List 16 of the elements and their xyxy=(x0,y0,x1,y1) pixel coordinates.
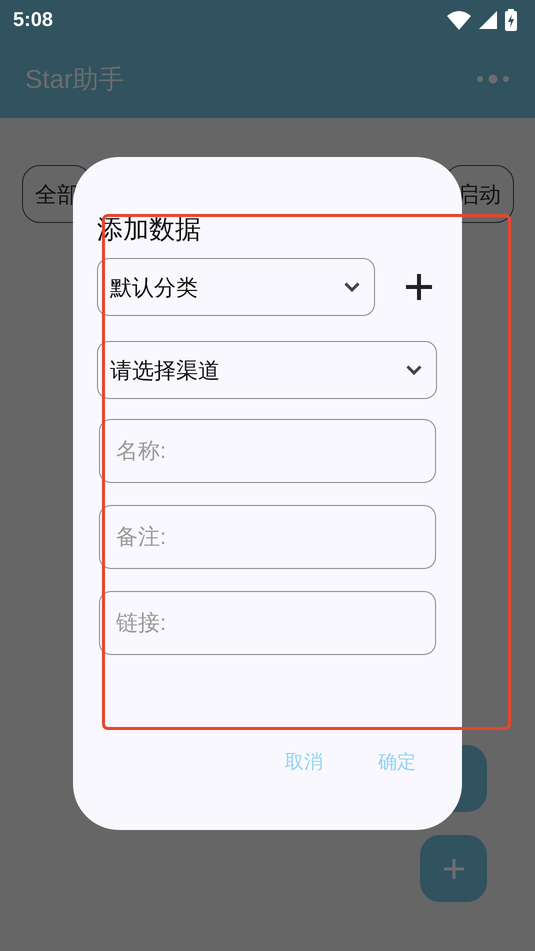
battery-icon xyxy=(505,9,517,31)
plus-icon[interactable] xyxy=(405,273,433,301)
more-icon[interactable] xyxy=(476,74,510,84)
add-fab-button[interactable] xyxy=(420,835,487,902)
channel-dropdown[interactable]: 请选择渠道 xyxy=(97,341,437,399)
chevron-down-icon xyxy=(406,365,422,375)
category-dropdown[interactable]: 默认分类 xyxy=(97,258,375,316)
app-title: Star助手 xyxy=(25,62,125,96)
plus-icon xyxy=(442,856,466,880)
text-input[interactable]: 链接: xyxy=(99,591,436,655)
wifi-icon xyxy=(447,10,471,30)
text-input[interactable]: 备注: xyxy=(99,505,436,569)
chevron-down-icon xyxy=(344,282,360,292)
text-input[interactable]: 名称: xyxy=(99,419,436,483)
status-time: 5:08 xyxy=(13,8,54,33)
signal-icon xyxy=(479,11,497,29)
